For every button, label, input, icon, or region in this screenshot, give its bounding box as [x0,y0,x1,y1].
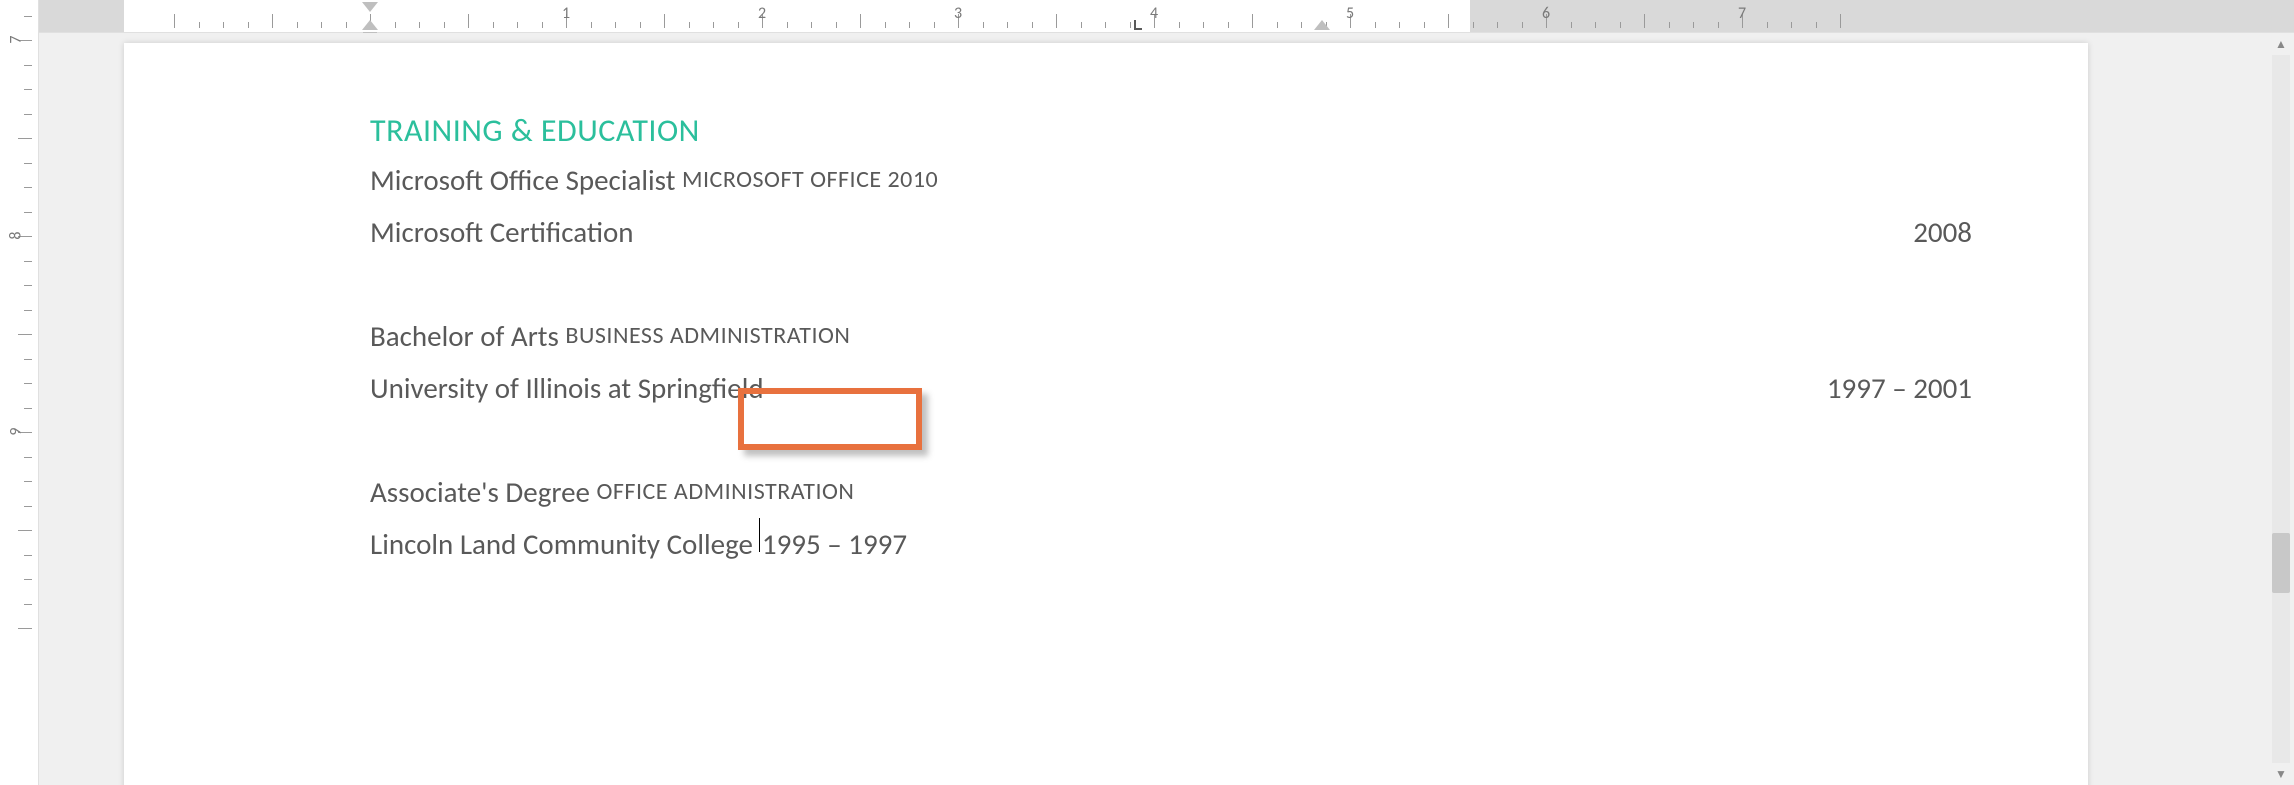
ruler-number: 6 [1542,4,1550,23]
ruler-number: 9 [7,422,26,442]
ruler-number: 8 [7,226,26,246]
entry-title: Bachelor of Arts [370,310,565,362]
ruler-number: 5 [1346,4,1354,23]
ruler-number: 7 [1738,4,1746,23]
paragraph-spacer [370,414,1978,466]
entry-title-line[interactable]: Bachelor of Arts BUSINESS ADMINISTRATION [370,310,1978,362]
text-cursor [759,518,760,552]
first-line-indent-marker[interactable] [362,2,378,12]
paragraph-spacer [370,258,1978,310]
entry-institution-line[interactable]: Lincoln Land Community College1995 – 199… [370,518,1978,570]
entry-institution: University of Illinois at Springfield [370,362,764,414]
main-column: 1 2 3 4 5 6 7 TRAINING & EDUCATION Microsoft O… [39,0,2294,785]
ruler-number: 1 [562,4,570,23]
entry-institution-line[interactable]: University of Illinois at Springfield 19… [370,362,1978,414]
entry-institution: Microsoft Certification [370,206,634,258]
document-workarea[interactable]: TRAINING & EDUCATION Microsoft Office Sp… [39,33,2294,785]
entry-title-line[interactable]: Associate's Degree OFFICE ADMINISTRATION [370,466,1978,518]
vertical-ruler[interactable]: 7 8 9 [0,0,39,785]
scrollbar-thumb[interactable] [2272,533,2290,593]
horizontal-ruler[interactable]: 1 2 3 4 5 6 7 [39,0,2294,33]
scrollbar-track[interactable] [2272,55,2290,763]
vertical-scrollbar[interactable]: ▲ ▼ [2268,33,2294,785]
ruler-number: 2 [758,4,766,23]
document-content[interactable]: TRAINING & EDUCATION Microsoft Office Sp… [370,111,1978,570]
entry-title: Microsoft Office Specialist [370,154,682,206]
entry-institution-line[interactable]: Microsoft Certification 2008 [370,206,1978,258]
ruler-number: 3 [954,4,962,23]
entry-institution: Lincoln Land Community College [370,518,753,570]
typed-dates: 1995 – 1997 [762,518,907,570]
section-heading[interactable]: TRAINING & EDUCATION [370,111,1978,150]
entry-dates: 2008 [1913,206,1978,258]
vertical-ruler-ticks: 7 8 9 [0,0,38,785]
document-page[interactable]: TRAINING & EDUCATION Microsoft Office Sp… [124,43,2088,785]
ruler-number: 7 [7,30,26,50]
entry-dates [1972,518,1978,570]
entry-subtitle: OFFICE ADMINISTRATION [597,466,855,518]
entry-dates: 1997 – 2001 [1827,362,1978,414]
scroll-down-arrow-icon[interactable]: ▼ [2268,763,2294,785]
right-indent-marker[interactable] [1314,20,1330,30]
hanging-indent-marker[interactable] [362,20,378,30]
entry-title: Associate's Degree [370,466,597,518]
ruler-number: 4 [1150,4,1158,23]
scroll-up-arrow-icon[interactable]: ▲ [2268,33,2294,55]
entry-subtitle: MICROSOFT OFFICE 2010 [682,154,938,206]
tab-stop-marker[interactable] [1134,20,1136,30]
entry-subtitle: BUSINESS ADMINISTRATION [565,310,850,362]
entry-title-line[interactable]: Microsoft Office Specialist MICROSOFT OF… [370,154,1978,206]
word-processor-view: 7 8 9 1 2 3 4 5 6 7 TRAINING & EDUCATION Microso… [0,0,2294,785]
